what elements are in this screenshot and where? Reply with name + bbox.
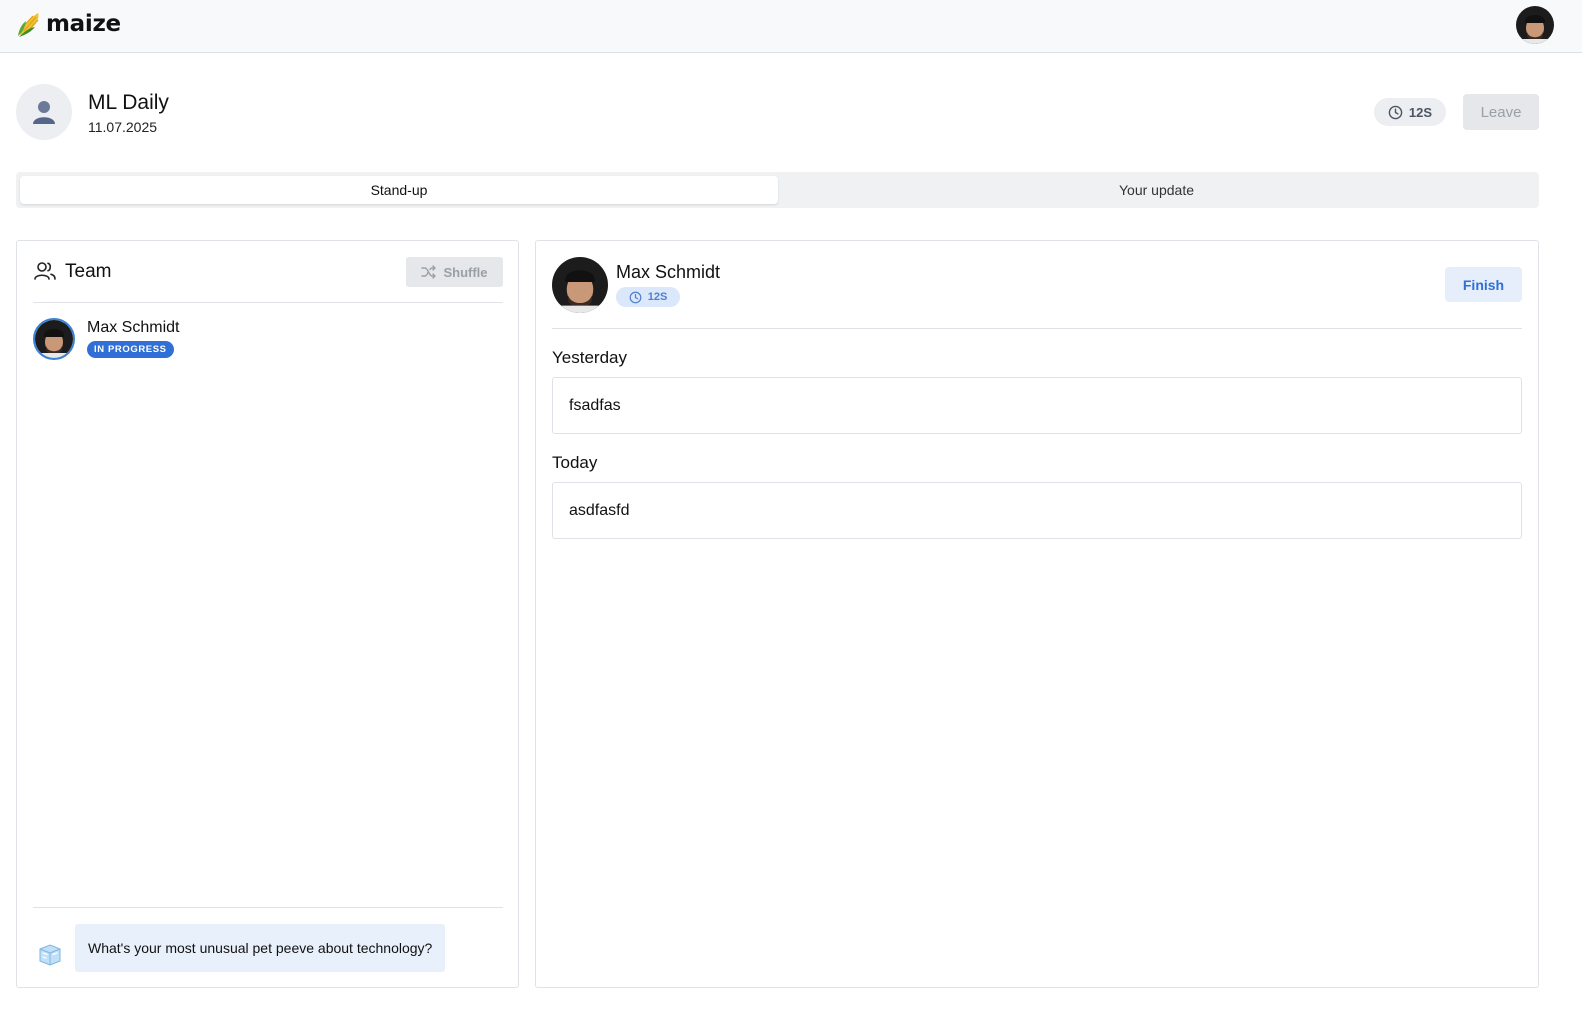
divider [33,302,503,303]
icebreaker-question: What's your most unusual pet peeve about… [75,924,446,972]
status-badge: IN PROGRESS [87,341,174,358]
member-name: Max Schmidt [87,319,180,336]
meeting-timer-value: 12S [1408,104,1433,120]
member-avatar [33,318,75,360]
clock-icon [629,291,642,303]
tab-stand-up[interactable]: Stand-up [20,176,778,204]
meeting-avatar [16,84,72,140]
user-avatar[interactable] [1516,6,1554,44]
person-icon [33,101,55,124]
team-title: Team [65,261,112,282]
team-panel: Team Shuffle Max Schmidt IN PROGRESS Wha… [16,240,519,988]
shuffle-button[interactable]: Shuffle [406,257,503,287]
today-field[interactable]: asdfasfd [552,482,1522,539]
speaker-timer: 12S [616,287,680,307]
shuffle-icon [421,265,437,279]
speaker-panel: Max Schmidt 12S Finish Yesterday fsadfas… [535,240,1539,988]
leave-button[interactable]: Leave [1463,94,1539,130]
yesterday-field[interactable]: fsadfas [552,377,1522,434]
meeting-timer: 12S [1374,98,1446,126]
speaker-avatar [552,257,608,313]
corn-icon [18,13,39,37]
speaker-timer-value: 12S [647,291,668,303]
view-tabs: Stand-up Your update [16,172,1539,208]
top-navigation-bar: maize [0,0,1582,53]
user-photo-icon [1516,6,1554,44]
meeting-title: ML Daily [88,91,169,114]
shuffle-label: Shuffle [443,264,488,280]
speaker-name: Max Schmidt [616,262,721,282]
divider [33,907,503,908]
yesterday-label: Yesterday [552,348,627,367]
divider [552,328,1522,329]
users-icon [34,262,56,280]
team-member-item[interactable]: Max Schmidt IN PROGRESS [33,317,503,363]
app-logo[interactable]: maize [16,10,121,38]
finish-button[interactable]: Finish [1445,267,1522,302]
speaker-photo-icon [552,257,608,313]
tab-your-update[interactable]: Your update [778,176,1535,204]
meeting-date: 11.07.2025 [88,119,158,135]
today-label: Today [552,453,598,472]
clock-icon [1388,105,1403,119]
ice-cube-icon [39,944,61,966]
member-photo-icon [35,320,73,358]
app-name: maize [46,11,121,37]
